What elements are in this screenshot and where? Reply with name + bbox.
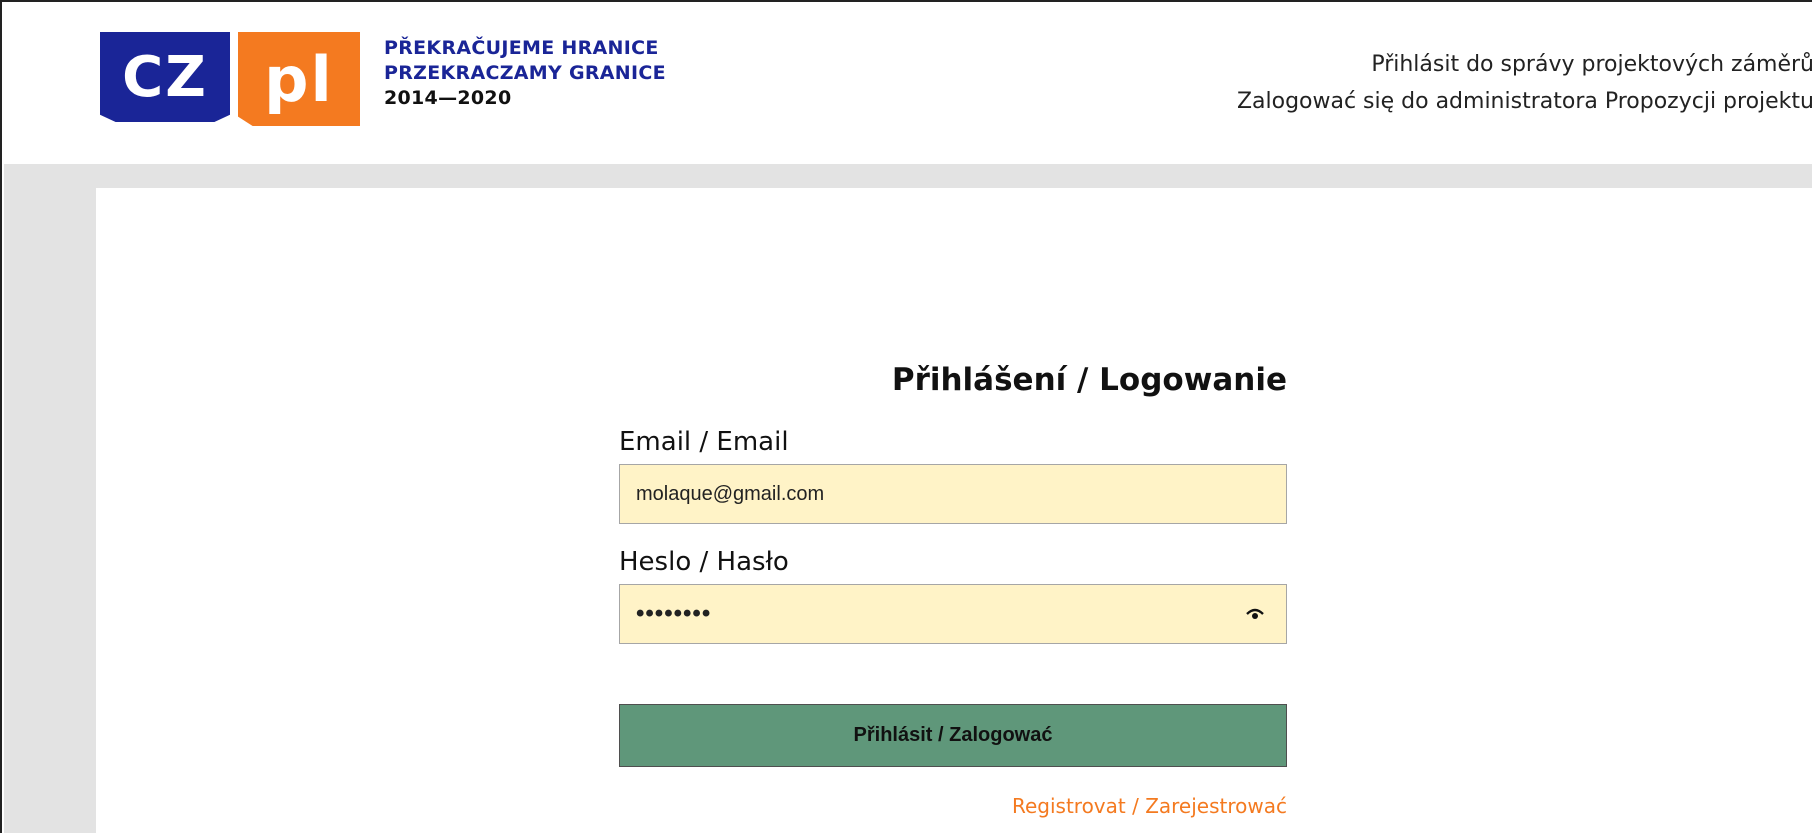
logo-pl-block: PL: [238, 32, 360, 126]
register-link[interactable]: Registrovat / Zarejestrować: [619, 794, 1287, 818]
email-label: Email / Email: [619, 427, 789, 457]
eye-icon[interactable]: [1246, 608, 1264, 620]
email-value: molaque@gmail.com: [636, 482, 825, 505]
logo-years: 2014—2020: [384, 87, 512, 109]
logo-tagline: PŘEKRAČUJEME HRANICE PRZEKRACZAMY GRANIC…: [384, 36, 666, 111]
page-title: Přihlásit do správy projektových záměrů …: [1237, 46, 1812, 120]
browser-viewport: CZ PL PŘEKRAČUJEME HRANICE PRZEKRACZAMY …: [0, 0, 1812, 833]
interreg-logo[interactable]: CZ PL PŘEKRAČUJEME HRANICE PRZEKRACZAMY …: [100, 32, 666, 126]
logo-cz-block: CZ: [100, 32, 230, 122]
login-button[interactable]: Přihlásit / Zalogować: [619, 704, 1287, 767]
page-title-pl: Zalogować się do administratora Propozyc…: [1236, 89, 1812, 114]
logo-tagline-pl: PRZEKRACZAMY GRANICE: [384, 62, 666, 84]
logo-cz-text: CZ: [122, 44, 208, 110]
page-header: CZ PL PŘEKRAČUJEME HRANICE PRZEKRACZAMY …: [2, 2, 1812, 164]
password-value: ••••••••: [636, 600, 712, 627]
logo-tagline-cs: PŘEKRAČUJEME HRANICE: [384, 37, 659, 59]
password-label: Heslo / Hasło: [619, 547, 789, 577]
login-heading: Přihlášení / Logowanie: [891, 362, 1287, 398]
email-field[interactable]: molaque@gmail.com: [619, 464, 1287, 524]
logo-pl-text: PL: [264, 42, 334, 116]
password-field[interactable]: ••••••••: [619, 584, 1287, 644]
page-title-cs: Přihlásit do správy projektových záměrů: [1371, 52, 1812, 77]
